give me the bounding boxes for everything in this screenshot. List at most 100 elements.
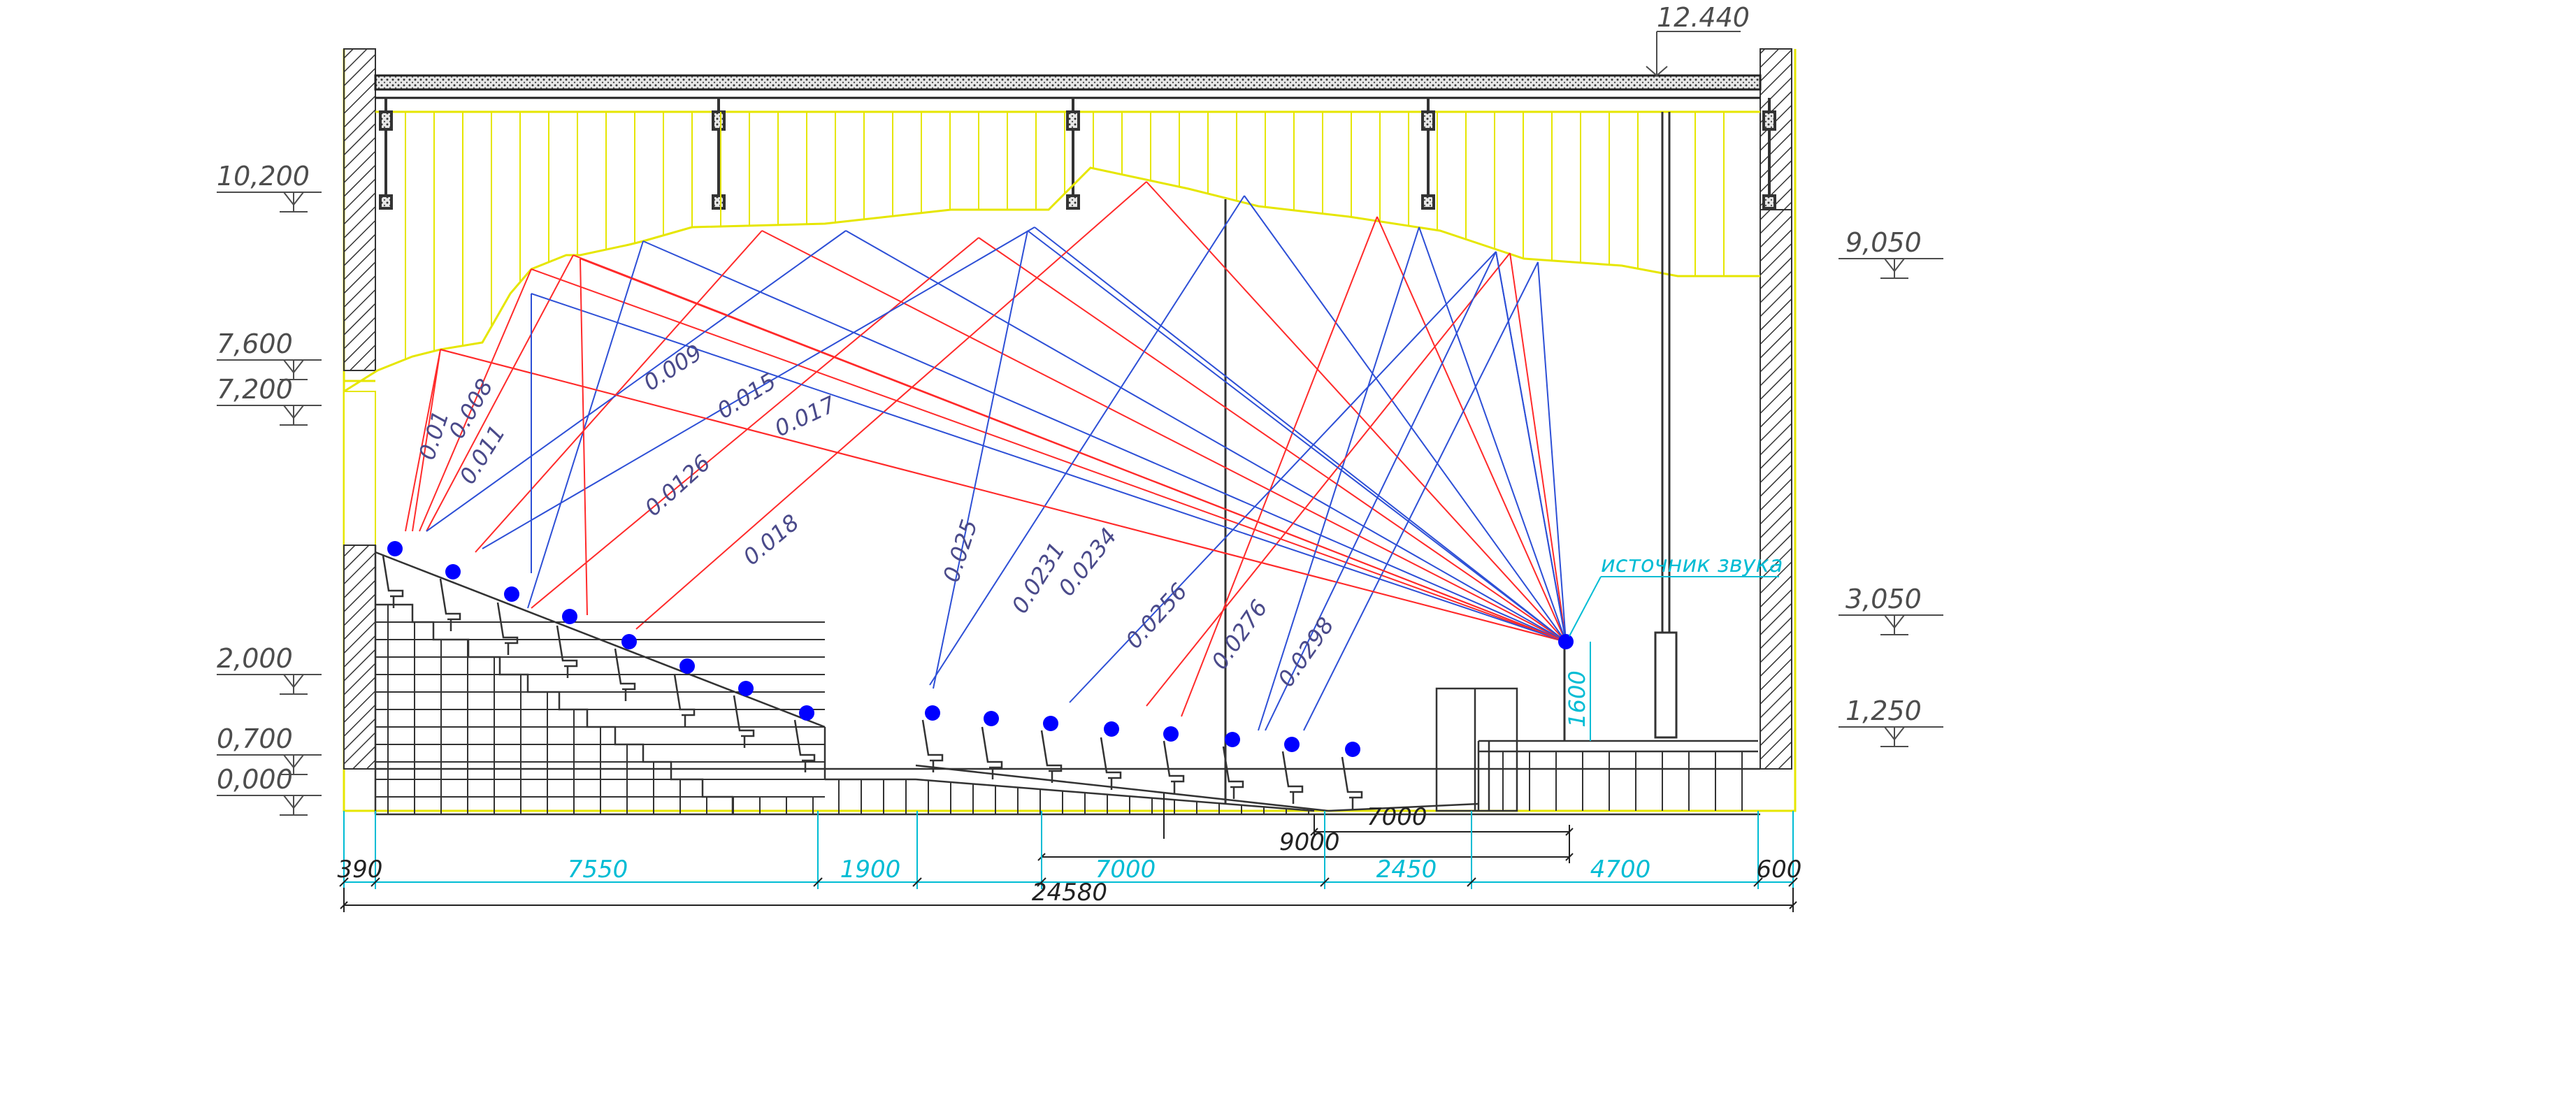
walls: [343, 48, 1792, 770]
hanger: [1066, 98, 1080, 210]
seat-chair: [614, 648, 636, 691]
listener-point: [799, 705, 814, 721]
bottom-dim-ticks: [339, 811, 1798, 889]
coef-label: 0.015: [712, 368, 781, 424]
dim-1900: 1900: [840, 856, 901, 884]
left-wall-lower: [343, 545, 376, 770]
stage-dim-9000: 9000: [1279, 828, 1340, 856]
elevation-label: 7,200: [217, 374, 293, 405]
left-wall-upper: [343, 48, 376, 371]
suspended-ceiling: [343, 166, 1760, 393]
listener-point: [984, 711, 999, 726]
elevation-mark: 1,250: [1839, 695, 1943, 747]
sound-ray: [929, 195, 1245, 686]
hall-section-drawing: источник звука 1600 0.01 0.008 0.011 0.0…: [0, 0, 2576, 1107]
sound-source-point: [1558, 634, 1574, 649]
dim-total: 24580: [1032, 879, 1107, 907]
listener-point: [1225, 732, 1240, 747]
ceiling-hangers: [379, 98, 1776, 210]
seats: [382, 555, 1363, 809]
seat-chair: [1281, 751, 1304, 793]
dim-2450: 2450: [1376, 856, 1437, 884]
listener-point: [679, 658, 695, 674]
sound-ray: [1258, 226, 1420, 731]
elevations-right: 9,050 3,050 1,250: [1839, 227, 1943, 747]
sound-ray: [933, 230, 1028, 689]
sound-ray: [1418, 226, 1567, 642]
elevation-label: 2,000: [217, 643, 293, 674]
listener-point: [1104, 721, 1119, 737]
sound-rays: [405, 181, 1567, 731]
elevation-label: 9,050: [1845, 227, 1922, 258]
stage-platform: [1327, 687, 1758, 812]
sound-ray: [1027, 230, 1567, 642]
coef-label: 0.0276: [1206, 595, 1272, 675]
source-label: источник звука: [1601, 551, 1783, 577]
roof-slab: [374, 74, 1762, 113]
dim-390: 390: [338, 856, 383, 884]
sound-ray: [426, 254, 574, 532]
seat-chair: [981, 726, 1003, 769]
seat-chair: [1341, 756, 1363, 799]
elevation-label: 0,700: [217, 723, 293, 754]
listener-point: [925, 705, 940, 721]
stage-slats: [1502, 751, 1743, 811]
seat-chair: [1040, 730, 1063, 772]
source-height-label: 1600: [1564, 670, 1590, 727]
sound-ray: [1376, 216, 1567, 642]
tier-grid: [375, 605, 1309, 814]
coef-label: 0.017: [770, 391, 840, 442]
ceiling-slats: [405, 112, 1725, 359]
listener-point: [621, 634, 637, 649]
elevation-mark: 7,600: [217, 329, 322, 380]
sound-ray: [1495, 251, 1567, 642]
dim-7550: 7550: [568, 856, 628, 884]
hanger: [379, 98, 393, 210]
elevation-label: 10,200: [217, 161, 310, 192]
coef-label: 0.025: [937, 517, 982, 586]
listener-point: [445, 564, 461, 579]
coef-label: 0.0256: [1121, 578, 1193, 654]
elevation-mark: 0,000: [217, 764, 322, 816]
coef-label: 0.009: [639, 339, 707, 396]
elevation-label: 1,250: [1845, 695, 1922, 726]
sound-ray: [761, 230, 1567, 642]
right-wall-lower: [1760, 209, 1792, 770]
elevation-mark: 9,050: [1839, 227, 1943, 279]
seat-chair: [1163, 740, 1185, 783]
elevation-label: 0,000: [217, 764, 293, 795]
hanger: [712, 98, 726, 210]
coef-label: 0.0126: [640, 449, 716, 521]
elevation-mark: 7,200: [217, 374, 322, 426]
elevation-mark: 10,200: [217, 161, 322, 212]
elevation-mark: 2,000: [217, 643, 322, 695]
sound-ray: [635, 181, 1147, 630]
seat-chair: [1100, 737, 1122, 779]
stage-dim-7000: 7000: [1367, 803, 1427, 831]
listener-point: [1043, 716, 1058, 731]
sound-ray: [1034, 226, 1567, 642]
seat-chair: [921, 719, 944, 762]
elevation-label: 7,600: [217, 329, 293, 359]
listener-point: [562, 609, 577, 624]
listener-point: [738, 681, 754, 696]
dim-4700: 4700: [1590, 856, 1651, 884]
listener-point: [1284, 737, 1300, 752]
sound-ray: [1509, 252, 1567, 642]
listener-point: [504, 586, 519, 602]
svg-text:12.440: 12.440: [1657, 2, 1750, 33]
sound-ray: [475, 230, 763, 553]
source-callout: источник звука 1600: [1564, 551, 1783, 741]
listener-point: [387, 541, 403, 556]
elevations-left: 10,200 7,600 7,200 2,000 0,700 0,000: [217, 161, 322, 816]
sound-ray: [426, 230, 847, 532]
listener-point: [1163, 726, 1179, 742]
hanger: [1421, 98, 1435, 210]
seat-chair: [733, 695, 755, 737]
acoustic-section-svg: источник звука 1600 0.01 0.008 0.011 0.0…: [217, 2, 1943, 912]
elevation-label: 3,050: [1845, 584, 1922, 614]
coef-label: 0.018: [738, 509, 805, 570]
elevation-mark: 3,050: [1839, 584, 1943, 635]
coef-label: 0.01: [413, 408, 454, 463]
dim-600: 600: [1757, 856, 1802, 884]
